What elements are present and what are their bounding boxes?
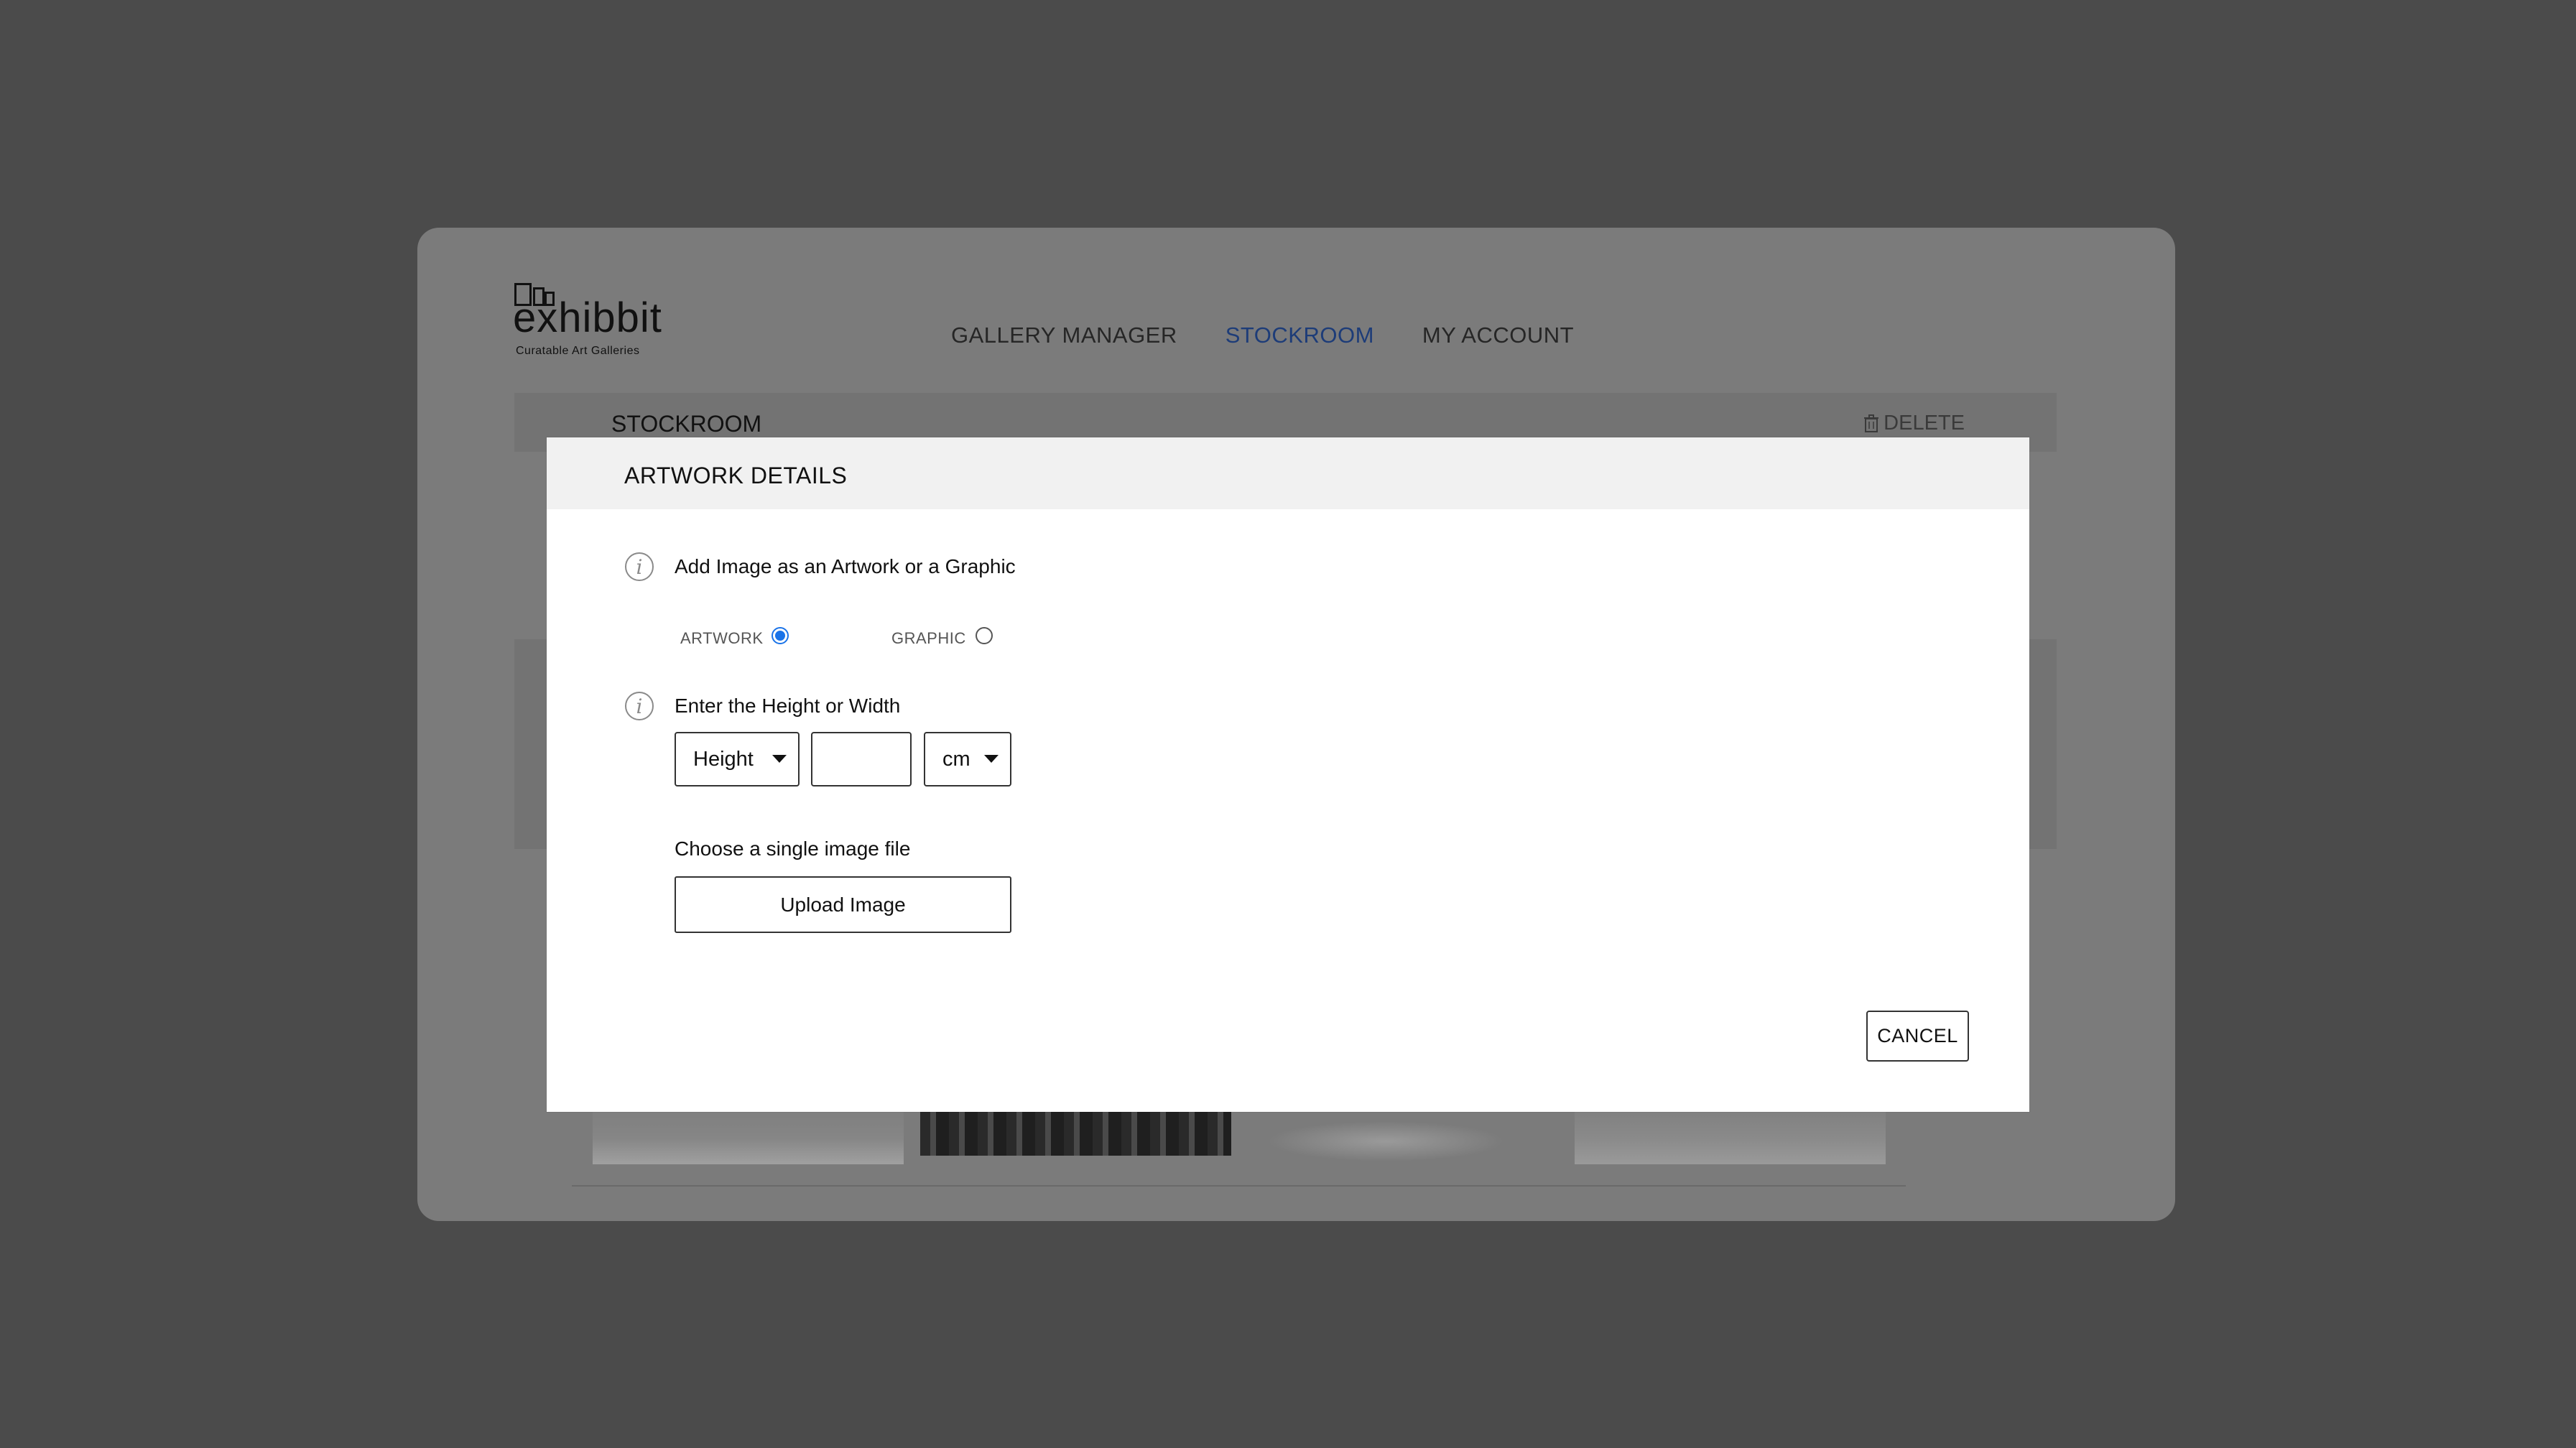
nav-my-account[interactable]: MY ACCOUNT bbox=[1422, 322, 1574, 348]
stockroom-title: STOCKROOM bbox=[611, 411, 762, 437]
size-section-label: Enter the Height or Width bbox=[675, 695, 901, 717]
dimension-select[interactable]: Height bbox=[675, 732, 800, 786]
type-section-label: Add Image as an Artwork or a Graphic bbox=[675, 555, 1016, 577]
info-icon[interactable]: i bbox=[625, 552, 654, 581]
cancel-button[interactable]: CANCEL bbox=[1866, 1011, 1969, 1062]
chevron-down-icon bbox=[772, 755, 787, 763]
chevron-down-icon bbox=[984, 755, 999, 763]
modal-header: ARTWORK DETAILS bbox=[547, 437, 2029, 509]
nav-stockroom[interactable]: STOCKROOM bbox=[1226, 322, 1374, 348]
graphic-radio-label: GRAPHIC bbox=[891, 629, 966, 647]
divider bbox=[572, 1185, 1906, 1187]
logo-word: exhibbit bbox=[513, 294, 662, 341]
info-icon[interactable]: i bbox=[625, 692, 654, 720]
artwork-details-modal: ARTWORK DETAILS i Add Image as an Artwor… bbox=[547, 437, 2029, 1112]
artwork-radio[interactable] bbox=[772, 627, 789, 644]
artwork-thumbnail[interactable] bbox=[1267, 1121, 1504, 1161]
file-section-label: Choose a single image file bbox=[675, 837, 911, 860]
nav-gallery-manager[interactable]: GALLERY MANAGER bbox=[951, 322, 1177, 348]
unit-select[interactable]: cm bbox=[924, 732, 1011, 786]
trash-icon bbox=[1864, 414, 1879, 432]
unit-select-value: cm bbox=[942, 747, 970, 771]
top-nav: GALLERY MANAGER STOCKROOM MY ACCOUNT bbox=[951, 322, 1574, 348]
logo-tagline: Curatable Art Galleries bbox=[516, 345, 640, 357]
artwork-radio-label: ARTWORK bbox=[680, 629, 764, 647]
delete-label: DELETE bbox=[1884, 412, 1965, 435]
upload-image-button[interactable]: Upload Image bbox=[675, 876, 1011, 933]
modal-title: ARTWORK DETAILS bbox=[624, 463, 848, 488]
delete-button[interactable]: DELETE bbox=[1863, 412, 1965, 435]
size-value-input[interactable] bbox=[811, 732, 912, 786]
dimension-select-value: Height bbox=[693, 747, 754, 771]
graphic-radio[interactable] bbox=[976, 627, 993, 644]
